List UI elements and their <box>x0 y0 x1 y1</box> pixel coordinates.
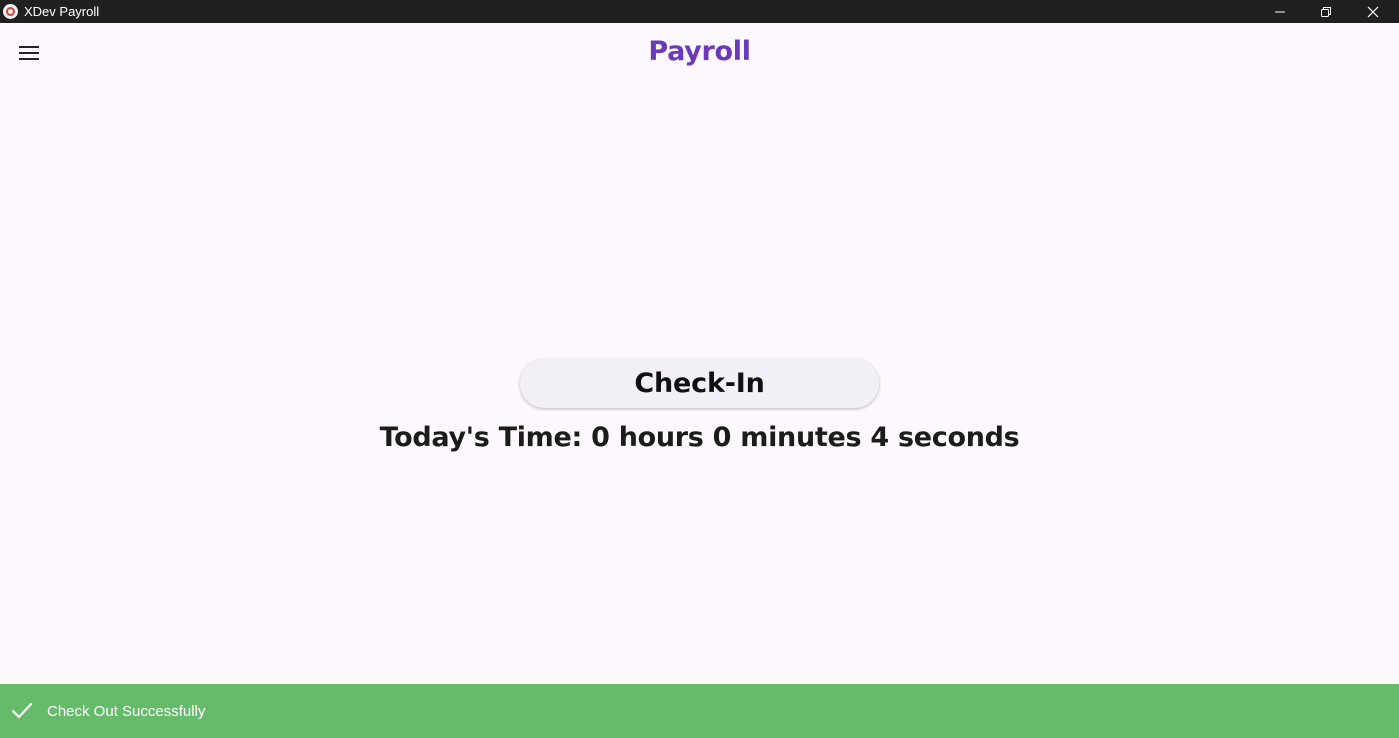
close-icon <box>1367 6 1379 17</box>
minimize-icon <box>1275 11 1285 12</box>
restore-button[interactable] <box>1303 0 1349 23</box>
window-title: XDev Payroll <box>24 4 100 19</box>
checkmark-icon <box>11 702 33 719</box>
window-titlebar: XDev Payroll <box>0 0 1399 23</box>
snackbar-message: Check Out Successfully <box>47 703 206 720</box>
page-title: Payroll <box>648 36 751 67</box>
restore-icon <box>1321 6 1331 17</box>
app-logo-icon <box>3 4 18 19</box>
minimize-button[interactable] <box>1257 0 1303 23</box>
check-in-button[interactable]: Check-In <box>520 359 879 408</box>
todays-time-label: Today's Time: 0 hours 0 minutes 4 second… <box>379 422 1020 453</box>
success-snackbar: Check Out Successfully <box>0 684 1399 738</box>
close-button[interactable] <box>1350 0 1396 23</box>
